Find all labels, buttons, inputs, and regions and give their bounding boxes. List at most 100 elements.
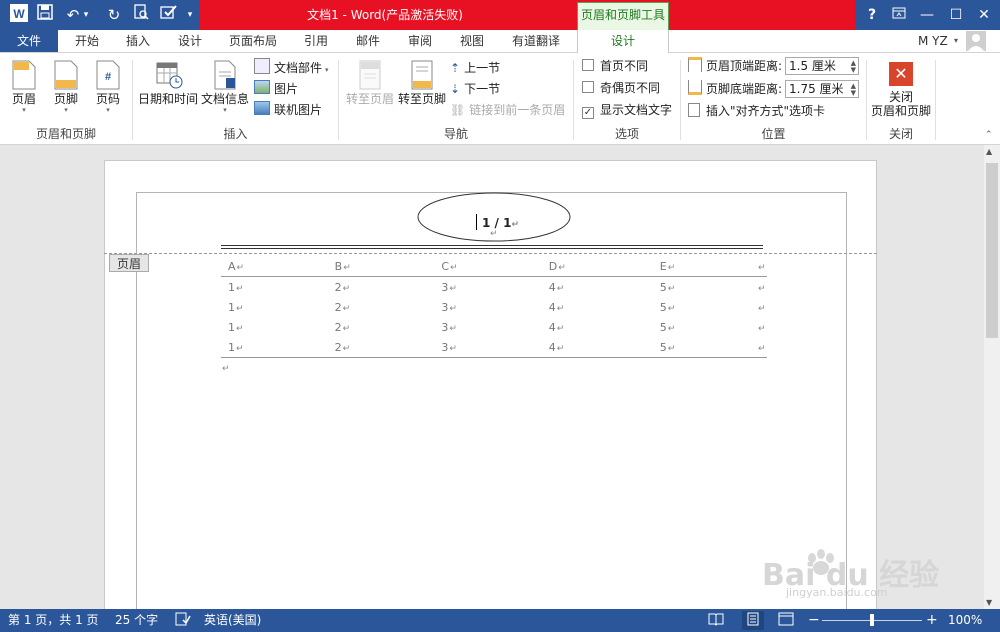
baidu-watermark: Bai du 经验 jingyan.baidu.com xyxy=(760,540,960,600)
customize-qat-icon[interactable]: ▾ xyxy=(184,4,196,26)
tab-references[interactable]: 引用 xyxy=(292,30,340,52)
word-count-status[interactable]: 25 个字 xyxy=(115,609,158,632)
page-count-status[interactable]: 第 1 页，共 1 页 xyxy=(8,609,99,632)
header-top-distance-label: 页眉顶端距离: xyxy=(688,56,782,76)
date-time-button[interactable]: 日期和时间 xyxy=(136,60,200,106)
table-cell[interactable]: 1↵ xyxy=(221,277,328,298)
tab-insert[interactable]: 插入 xyxy=(114,30,162,52)
table-cell[interactable]: 1↵ xyxy=(221,297,328,317)
tab-mailings[interactable]: 邮件 xyxy=(344,30,392,52)
group-label-header-footer: 页眉和页脚 xyxy=(35,127,96,141)
close-window-icon[interactable]: ✕ xyxy=(972,4,996,26)
table-cell[interactable]: 5↵ xyxy=(653,277,757,298)
maximize-icon[interactable]: ☐ xyxy=(944,4,968,26)
tab-file[interactable]: 文件 xyxy=(0,30,58,52)
table-row: 1↵ 2↵ 3↵ 4↵ 5↵ ↵ xyxy=(221,297,767,317)
read-mode-icon[interactable] xyxy=(708,609,724,632)
tab-view[interactable]: 视图 xyxy=(448,30,496,52)
scroll-down-icon[interactable]: ▼ xyxy=(986,598,992,607)
table-cell[interactable]: 4↵ xyxy=(542,277,653,298)
scrollbar-thumb[interactable] xyxy=(986,163,998,338)
first-page-different-checkbox[interactable]: 首页不同 xyxy=(582,56,648,76)
language-status[interactable]: 英语(美国) xyxy=(204,609,261,632)
table-cell[interactable]: C↵ xyxy=(434,256,542,277)
table-cell[interactable]: 5↵ xyxy=(653,297,757,317)
zoom-level[interactable]: 100% xyxy=(948,609,982,632)
proofing-icon[interactable] xyxy=(175,609,191,632)
print-layout-icon[interactable] xyxy=(742,611,764,630)
spin-down-icon[interactable]: ▼ xyxy=(851,67,856,74)
help-icon[interactable]: ? xyxy=(860,4,884,26)
minimize-icon[interactable]: — xyxy=(915,4,939,26)
link-to-previous-button[interactable]: ⛓ 链接到前一条页眉 xyxy=(450,100,565,120)
table-cell[interactable]: 3↵ xyxy=(434,297,541,317)
redo-icon[interactable]: ↻ xyxy=(103,4,125,26)
page-number-button[interactable]: # 页码 ▾ xyxy=(90,60,126,114)
tab-header-footer-design[interactable]: 设计 xyxy=(577,30,669,53)
picture-button[interactable]: 图片 xyxy=(254,79,298,99)
table-cell[interactable]: 2↵ xyxy=(328,277,435,298)
tab-review[interactable]: 审阅 xyxy=(396,30,444,52)
user-name[interactable]: M YZ xyxy=(918,30,948,52)
header-button[interactable]: 页眉 ▾ xyxy=(6,60,42,114)
table-cell[interactable]: 5↵ xyxy=(653,317,757,337)
close-header-footer-button[interactable]: ✕ 关闭 页眉和页脚 xyxy=(868,62,934,118)
ribbon-display-icon[interactable] xyxy=(887,4,911,26)
previous-section-icon: ⇡ xyxy=(450,61,461,75)
show-document-text-checkbox[interactable]: ✓ 显示文档文字 xyxy=(582,100,672,120)
save-icon[interactable] xyxy=(34,4,56,26)
row-end-mark: ↵ xyxy=(757,256,767,277)
online-picture-button[interactable]: 联机图片 xyxy=(254,100,322,120)
tab-home[interactable]: 开始 xyxy=(62,30,112,52)
next-section-button[interactable]: ⇣ 下一节 xyxy=(450,79,500,99)
zoom-slider-thumb[interactable] xyxy=(870,614,874,626)
tab-youdao[interactable]: 有道翻译 xyxy=(500,30,572,52)
header-top-distance-input[interactable]: 1.5 厘米 ▲ ▼ xyxy=(785,57,859,75)
table-cell[interactable]: D↵ xyxy=(541,256,653,277)
scroll-up-icon[interactable]: ▲ xyxy=(986,147,992,156)
zoom-out-icon[interactable]: − xyxy=(808,609,820,632)
table-cell[interactable]: B↵ xyxy=(327,256,435,277)
table-cell[interactable]: 2↵ xyxy=(328,297,435,317)
spin-down-icon[interactable]: ▼ xyxy=(851,90,856,97)
table-cell[interactable]: 1↵ xyxy=(221,337,328,358)
next-section-icon: ⇣ xyxy=(450,82,461,96)
table-cell[interactable]: 2↵ xyxy=(327,337,435,358)
goto-footer-button[interactable]: 转至页脚 xyxy=(396,60,448,106)
avatar[interactable] xyxy=(966,31,986,51)
zoom-in-icon[interactable]: + xyxy=(926,609,938,632)
header-doc-icon xyxy=(11,60,37,90)
goto-header-button[interactable]: 转至页眉 xyxy=(344,60,396,106)
undo-dropdown-icon[interactable]: ▾ xyxy=(80,4,92,26)
table-cell[interactable]: 3↵ xyxy=(434,337,542,358)
table-cell[interactable]: 4↵ xyxy=(542,297,653,317)
previous-section-button[interactable]: ⇡ 上一节 xyxy=(450,58,500,78)
check-icon[interactable] xyxy=(158,4,180,26)
table-cell[interactable]: E↵ xyxy=(652,256,757,277)
tab-design[interactable]: 设计 xyxy=(164,30,216,52)
table-cell[interactable]: 4↵ xyxy=(542,317,653,337)
checkbox-unchecked xyxy=(582,59,594,71)
header-tag: 页眉 xyxy=(109,254,149,272)
odd-even-different-checkbox[interactable]: 奇偶页不同 xyxy=(582,78,660,98)
table-cell[interactable]: 2↵ xyxy=(328,317,435,337)
footer-button[interactable]: 页脚 ▾ xyxy=(48,60,84,114)
table-cell[interactable]: A↵ xyxy=(221,256,328,277)
table-cell[interactable]: 5↵ xyxy=(652,337,757,358)
page-number-text[interactable]: 1 / 1↵ xyxy=(482,215,519,231)
doc-info-button[interactable]: 文档信息 ▾ xyxy=(200,60,250,114)
user-dropdown-icon[interactable]: ▾ xyxy=(954,36,958,45)
group-label-navigation: 导航 xyxy=(443,127,468,141)
table-cell[interactable]: 3↵ xyxy=(434,277,541,298)
collapse-ribbon-icon[interactable]: ⌃ xyxy=(985,130,993,140)
table-cell[interactable]: 4↵ xyxy=(541,337,653,358)
insert-alignment-tab-button[interactable]: 插入"对齐方式"选项卡 xyxy=(688,101,825,121)
table-cell[interactable]: 3↵ xyxy=(434,317,541,337)
print-preview-icon[interactable] xyxy=(130,4,152,26)
web-layout-icon[interactable] xyxy=(778,609,794,632)
quick-parts-button[interactable]: 文档部件 ▾ xyxy=(254,58,329,78)
tab-page-layout[interactable]: 页面布局 xyxy=(220,30,286,52)
document-table[interactable]: A↵ B↵ C↵ D↵ E↵ ↵ 1↵ 2↵ 3↵ 4↵ 5↵ ↵ 1↵ 2↵ … xyxy=(221,256,767,358)
table-cell[interactable]: 1↵ xyxy=(221,317,328,337)
footer-bottom-distance-input[interactable]: 1.75 厘米 ▲ ▼ xyxy=(785,80,859,98)
